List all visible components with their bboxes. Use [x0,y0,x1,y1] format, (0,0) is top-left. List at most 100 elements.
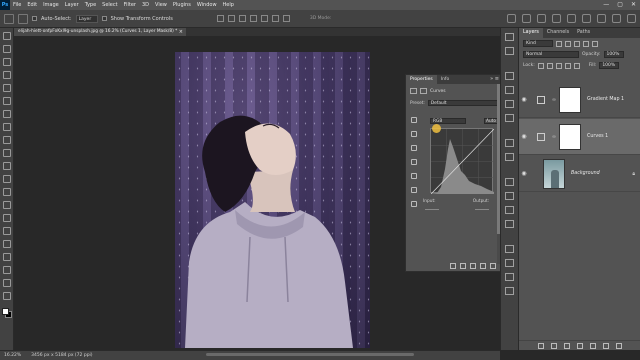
zoom-level[interactable]: 16.22% [4,353,21,358]
sample-white-eyedropper-icon[interactable] [411,159,417,165]
tool-presets-icon[interactable] [505,273,514,281]
menu-view[interactable]: View [152,0,170,10]
eye-icon[interactable]: ◉ [519,170,529,177]
filter-type-icon[interactable] [574,40,580,47]
align-middle-icon[interactable] [260,15,268,22]
layer-mask-icon[interactable] [420,88,427,94]
tab-close-icon[interactable]: × [179,28,183,36]
menu-layer[interactable]: Layer [62,0,82,10]
document-canvas-image[interactable] [175,52,370,348]
blend-mode-dropdown[interactable]: Normal [523,51,579,58]
layer-name[interactable]: Curves 1 [587,134,608,139]
styles-icon[interactable] [505,287,514,295]
brushes-icon[interactable] [505,245,514,253]
menu-select[interactable]: Select [99,0,120,10]
curves-graph[interactable] [430,128,495,195]
sample-black-eyedropper-icon[interactable] [411,131,417,137]
lasso-icon[interactable] [2,58,11,66]
horizontal-scrollbar[interactable] [206,353,414,356]
visibility-icon[interactable] [480,263,486,269]
menu-3d[interactable]: 3D [139,0,152,10]
tab-channels[interactable]: Channels [543,28,573,38]
link-icon[interactable]: ∞ [551,97,557,103]
input-field[interactable] [425,204,439,210]
menu-plugins[interactable]: Plugins [170,0,194,10]
menu-filter[interactable]: Filter [121,0,139,10]
filter-adjustment-icon[interactable] [565,40,571,47]
layer-mask-thumbnail[interactable] [559,123,581,150]
eye-icon[interactable]: ◉ [519,133,529,140]
gradients-icon[interactable] [505,100,514,108]
align-left-icon[interactable] [216,15,224,22]
orbit-icon[interactable] [507,14,516,23]
home-icon[interactable] [4,13,14,24]
libraries-icon[interactable] [505,178,514,186]
preset-dropdown[interactable]: Default [427,100,498,106]
align-bottom-icon[interactable] [271,15,279,22]
properties-icon[interactable] [505,139,514,147]
new-layer-icon[interactable] [603,342,609,349]
patterns-icon[interactable] [505,114,514,122]
delete-layer-icon[interactable] [616,342,622,349]
background-thumbnail[interactable] [543,158,565,189]
view-previous-icon[interactable] [460,263,466,269]
reset-icon[interactable] [470,263,476,269]
lock-position-icon[interactable] [555,62,562,69]
menu-help[interactable]: Help [220,0,237,10]
align-center-icon[interactable] [227,15,235,22]
menu-edit[interactable]: Edit [24,0,40,10]
lock-artboard-icon[interactable] [564,62,571,69]
share-icon[interactable] [627,14,636,23]
clip-to-layer-icon[interactable] [450,263,456,269]
curve-point-icon[interactable] [411,173,417,179]
menu-window[interactable]: Window [194,0,220,10]
frame-icon[interactable] [2,97,11,105]
move-tool-icon[interactable] [18,13,28,24]
foreground-color-swatch[interactable] [2,308,9,315]
rectangle-icon[interactable] [2,266,11,274]
opacity-field[interactable]: 100% [603,51,624,58]
minimize-icon[interactable]: — [603,0,609,10]
brush-icon[interactable] [2,136,11,144]
history-brush-icon[interactable] [2,162,11,170]
blur-icon[interactable] [2,201,11,209]
lock-image-icon[interactable] [546,62,553,69]
zoom-icon[interactable] [2,292,11,300]
filter-shape-icon[interactable] [583,40,589,47]
swatches-icon[interactable] [505,86,514,94]
gradient-icon[interactable] [2,188,11,196]
quick-select-icon[interactable] [2,71,11,79]
search-icon[interactable] [597,14,606,23]
healing-brush-icon[interactable] [2,123,11,131]
auto-select-checkbox[interactable] [32,16,37,21]
document-tab[interactable]: elijah-hiett-onfpFoKxl9g-unsplash.jpg @ … [14,28,186,36]
adjustments-icon[interactable] [505,153,514,161]
path-select-icon[interactable] [2,253,11,261]
close-icon[interactable]: ✕ [631,0,636,10]
layer-curves[interactable]: ◉ ∞ Curves 1 [519,119,640,155]
color-icon[interactable] [505,72,514,80]
hand-icon[interactable] [2,279,11,287]
tab-layers[interactable]: Layers [519,28,543,38]
layer-mask-thumbnail[interactable] [559,86,581,113]
lock-icon[interactable]: 🔒︎ [632,171,635,177]
align-right-icon[interactable] [238,15,246,22]
slide-icon[interactable] [552,14,561,23]
menu-file[interactable]: File [10,0,24,10]
eraser-icon[interactable] [2,175,11,183]
new-adjustment-icon[interactable] [577,342,583,349]
pan-icon[interactable] [537,14,546,23]
link-icon[interactable]: ∞ [551,134,557,140]
new-group-icon[interactable] [590,342,596,349]
paragraph-icon[interactable] [505,206,514,214]
delete-icon[interactable] [490,263,496,269]
tab-properties[interactable]: Properties [406,75,437,84]
eye-icon[interactable]: ◉ [519,96,529,103]
lock-pixels-icon[interactable] [537,62,544,69]
marquee-icon[interactable] [2,45,11,53]
video-icon[interactable] [582,14,591,23]
panel-menu-icon[interactable]: » ≡ [490,76,499,82]
filter-smart-object-icon[interactable] [592,40,598,47]
scale-icon[interactable] [567,14,576,23]
roll-icon[interactable] [522,14,531,23]
